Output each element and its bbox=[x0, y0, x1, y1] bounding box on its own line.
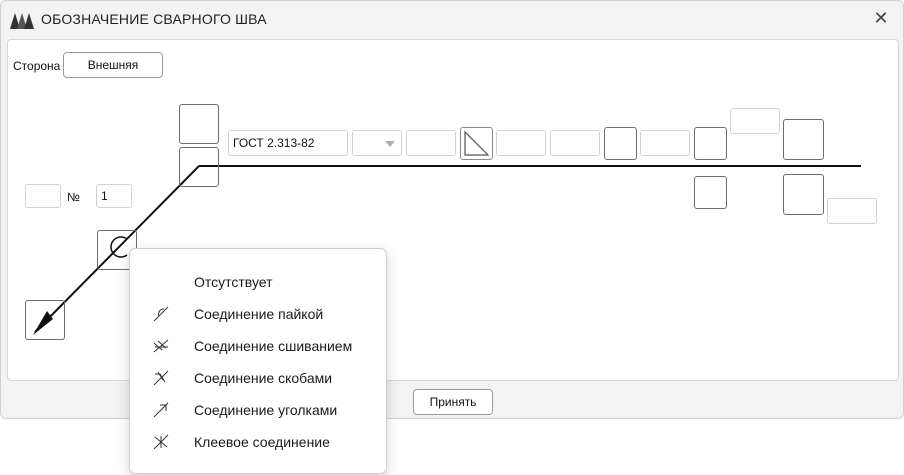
finish-symbol-box-top[interactable] bbox=[694, 127, 727, 160]
menu-item-label: Отсутствует bbox=[194, 274, 273, 290]
weld-type-box[interactable] bbox=[179, 147, 219, 187]
arrow-symbol-box[interactable] bbox=[25, 300, 65, 340]
length-field[interactable] bbox=[550, 130, 600, 156]
weld-symbol-dropdown[interactable] bbox=[352, 130, 402, 156]
size-field[interactable] bbox=[406, 130, 456, 156]
menu-item-solder[interactable]: Соединение пайкой bbox=[130, 298, 386, 330]
leg-size-field[interactable] bbox=[496, 130, 546, 156]
menu-item-staple[interactable]: Соединение скобами bbox=[130, 362, 386, 394]
standard-field[interactable]: ГОСТ 2.313-82 bbox=[228, 130, 348, 156]
roughness-field-bottom[interactable] bbox=[827, 198, 877, 224]
roughness-field-top[interactable] bbox=[730, 108, 780, 134]
stitch-joint-icon bbox=[153, 339, 169, 353]
solder-joint-icon bbox=[153, 306, 169, 322]
pitch-field[interactable] bbox=[640, 130, 690, 156]
menu-item-label: Соединение сшиванием bbox=[194, 338, 353, 354]
triangle-leg-icon bbox=[464, 130, 490, 156]
menu-item-angle[interactable]: Соединение уголками bbox=[130, 394, 386, 426]
menu-item-adhesive[interactable]: Клеевое соединение bbox=[130, 426, 386, 458]
number-label: № bbox=[67, 190, 80, 204]
menu-item-label: Соединение уголками bbox=[194, 402, 338, 418]
prefix-field[interactable] bbox=[25, 184, 61, 208]
adhesive-joint-icon bbox=[153, 434, 169, 450]
finish-symbol-box-bottom[interactable] bbox=[694, 176, 727, 209]
menu-item-label: Соединение скобами bbox=[194, 370, 333, 386]
leg-symbol-button[interactable] bbox=[460, 127, 493, 160]
site-weld-box-bottom[interactable] bbox=[783, 174, 824, 215]
pitch-symbol-box[interactable] bbox=[604, 127, 637, 160]
staple-joint-icon bbox=[153, 370, 169, 386]
number-field[interactable]: 1 bbox=[96, 184, 132, 208]
menu-item-label: Соединение пайкой bbox=[194, 306, 324, 322]
menu-item-label: Клеевое соединение bbox=[194, 434, 330, 450]
upper-symbol-box[interactable] bbox=[179, 104, 219, 144]
angle-joint-icon bbox=[153, 402, 169, 418]
menu-item-stitch[interactable]: Соединение сшиванием bbox=[130, 330, 386, 362]
joint-type-menu: Отсутствует Соединение пайкой Соединение… bbox=[129, 248, 387, 474]
accept-button[interactable]: Принять bbox=[413, 389, 493, 415]
site-weld-box-top[interactable] bbox=[783, 119, 824, 160]
chevron-down-icon bbox=[385, 141, 395, 147]
menu-item-none[interactable]: Отсутствует bbox=[130, 266, 386, 298]
